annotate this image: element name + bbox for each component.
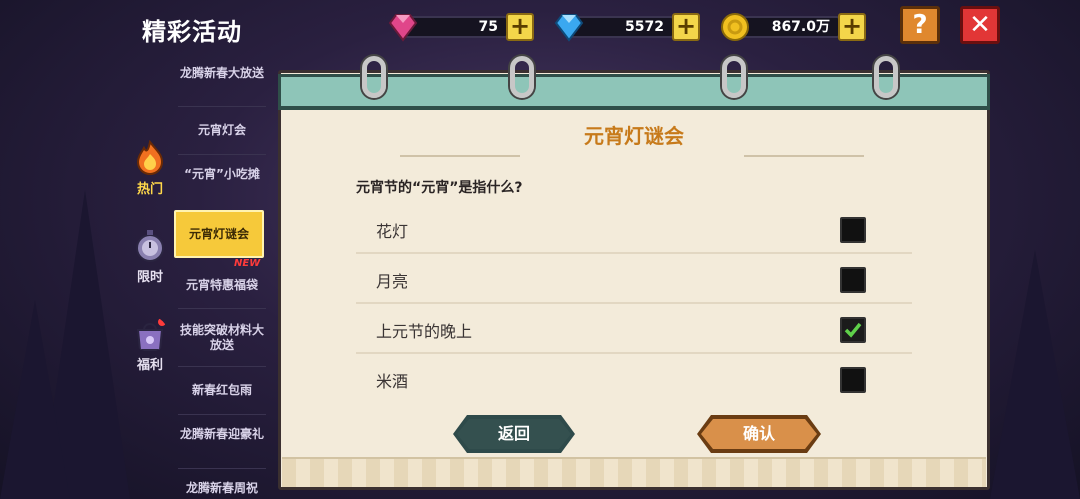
binder-ring [722,56,746,98]
title-divider [744,155,864,157]
category-limited-label: 限时 [136,270,163,285]
coins-value: 867.0万 [771,19,830,35]
quiz-question: 元宵节的“元宵”是指什么? [356,180,523,196]
category-hot-label: 热门 [136,182,163,197]
quiz-option[interactable]: 上元节的晚上 [356,306,912,354]
category-hot[interactable]: 热门 [128,140,172,197]
title-divider [400,155,520,157]
pink-gem-icon [388,14,418,42]
blue-diamond-icon [554,14,584,42]
event-item[interactable]: 龙腾新春周祝 [178,468,266,499]
add-coins-button[interactable]: + [838,13,866,41]
confirm-button[interactable]: 确认 [697,415,821,453]
event-item[interactable]: 元宵灯会 [178,106,266,154]
gift-bag-icon [136,318,166,351]
binder-ring [362,56,386,98]
event-item-active[interactable]: 元宵灯谜会 [174,210,264,258]
panel-footer-decoration [282,457,986,487]
option-checkbox[interactable] [840,267,866,293]
binder-ring [510,56,534,98]
binder-ring [874,56,898,98]
add-gems-button[interactable]: + [506,13,534,41]
option-label: 米酒 [376,372,409,391]
event-item[interactable]: 技能突破材料大放送 [178,308,266,362]
checkmark-icon [844,322,862,338]
new-badge: NEW [234,258,261,269]
event-item[interactable]: 龙腾新春迎豪礼 [178,414,266,466]
option-label: 花灯 [376,222,409,241]
category-limited[interactable]: 限时 [128,228,172,285]
option-checkbox[interactable] [840,217,866,243]
quiz-option[interactable]: 米酒 [356,356,912,404]
gems-value: 75 [478,19,498,35]
confirm-button-label: 确认 [742,424,775,443]
currency-diamonds: 5572 + [554,12,702,42]
category-welfare-label: 福利 [136,358,163,373]
event-item[interactable]: “元宵”小吃摊 [178,154,266,208]
option-label: 月亮 [376,272,409,291]
add-diamonds-button[interactable]: + [672,13,700,41]
close-button[interactable]: ✕ [960,6,1000,44]
currency-gems: 75 + [388,12,536,42]
option-checkbox-checked[interactable] [840,317,866,343]
event-item[interactable]: 龙腾新春大放送 [178,66,266,81]
flame-icon [136,140,164,175]
back-button-label: 返回 [497,424,530,443]
diamonds-value: 5572 [625,19,664,35]
option-label: 上元节的晚上 [376,322,473,341]
panel-title: 元宵灯谜会 [584,124,684,148]
gold-coin-icon [721,13,749,41]
currency-coins: 867.0万 + [720,12,868,42]
quiz-option[interactable]: 花灯 [356,206,912,254]
option-checkbox[interactable] [840,367,866,393]
quiz-option[interactable]: 月亮 [356,256,912,304]
category-welfare[interactable]: 福利 [128,316,172,373]
stopwatch-icon [136,230,164,262]
back-button[interactable]: 返回 [453,415,575,453]
event-item[interactable]: 元宵特惠福袋 [178,278,266,293]
event-item[interactable]: 新春红包雨 [178,366,266,414]
page-title: 精彩活动 [142,18,242,46]
background-tree [990,250,1080,499]
help-button[interactable]: ? [900,6,940,44]
